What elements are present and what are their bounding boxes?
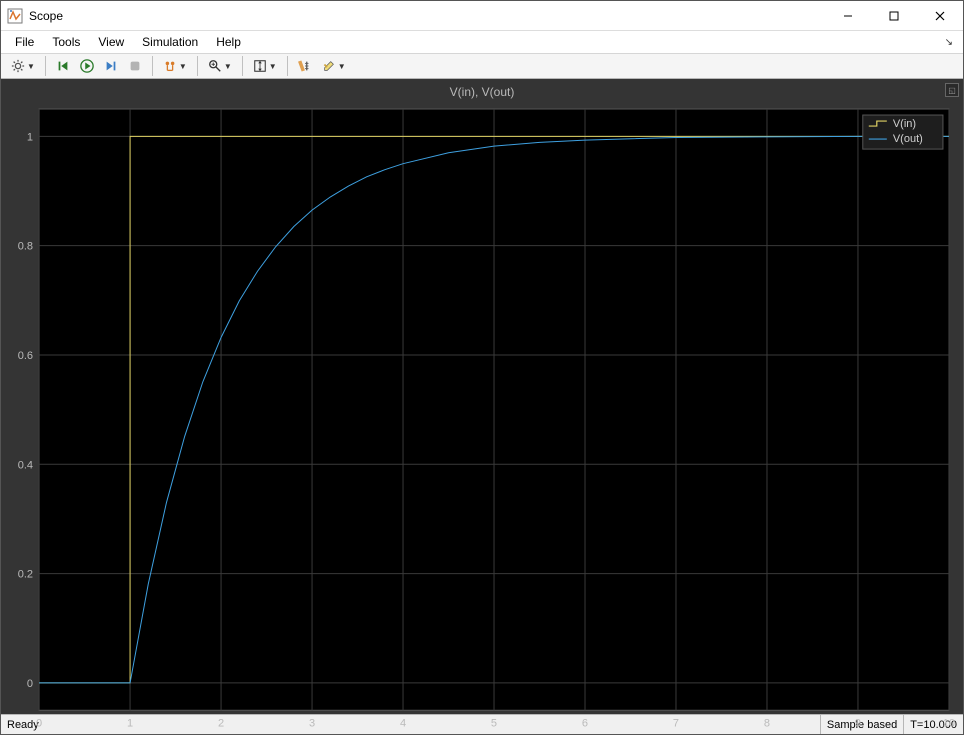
window-title: Scope	[29, 9, 63, 23]
title-bar: Scope	[1, 1, 963, 31]
svg-text:5: 5	[491, 717, 497, 729]
plot-area: V(in), V(out) ◱ 01234567891000.20.40.60.…	[1, 79, 963, 714]
svg-text:3: 3	[309, 717, 315, 729]
svg-text:2: 2	[218, 717, 224, 729]
svg-text:V(in): V(in)	[893, 118, 916, 130]
chevron-down-icon: ▼	[338, 62, 346, 71]
run-button[interactable]	[76, 55, 98, 77]
maximize-button[interactable]	[871, 1, 917, 31]
plot-expand-button[interactable]: ◱	[945, 83, 959, 97]
ruler-icon	[298, 59, 312, 73]
svg-text:0.6: 0.6	[18, 350, 33, 362]
menu-file[interactable]: File	[7, 33, 42, 51]
svg-text:0.4: 0.4	[18, 459, 33, 471]
chart-canvas[interactable]: 0 1 2 3 4 5 6 7 8 9 10 0 0.2 0.4 0.6 0.8 1 V(in) V(out)	[1, 101, 963, 735]
svg-text:0.2: 0.2	[18, 569, 33, 581]
highlight-button[interactable]: ▼	[318, 55, 350, 77]
stop-icon	[128, 59, 142, 73]
svg-text:V(out): V(out)	[893, 133, 923, 145]
window-controls	[825, 1, 963, 31]
menu-tools[interactable]: Tools	[44, 33, 88, 51]
menu-help[interactable]: Help	[208, 33, 249, 51]
menu-view[interactable]: View	[90, 33, 132, 51]
triggers-icon	[163, 59, 177, 73]
close-button[interactable]	[917, 1, 963, 31]
play-icon	[80, 59, 94, 73]
measurements-button[interactable]	[294, 55, 316, 77]
menu-bar: File Tools View Simulation Help ↘	[1, 31, 963, 53]
svg-text:0: 0	[36, 717, 42, 729]
configure-button[interactable]: ▼	[7, 55, 39, 77]
svg-text:1: 1	[127, 717, 133, 729]
chevron-down-icon: ▼	[224, 62, 232, 71]
autoscale-button[interactable]: ▼	[249, 55, 281, 77]
plot-title: V(in), V(out)	[1, 85, 963, 99]
zoom-button[interactable]: ▼	[204, 55, 236, 77]
scope-window: Scope File Tools View Simulation Help ↘ …	[0, 0, 964, 735]
svg-text:0.8: 0.8	[18, 241, 33, 253]
chevron-down-icon: ▼	[179, 62, 187, 71]
autoscale-icon	[253, 59, 267, 73]
menu-simulation[interactable]: Simulation	[134, 33, 206, 51]
svg-text:6: 6	[582, 717, 588, 729]
triggers-button[interactable]: ▼	[159, 55, 191, 77]
menubar-overflow-icon[interactable]: ↘	[945, 37, 957, 48]
chevron-down-icon: ▼	[269, 62, 277, 71]
minimize-button[interactable]	[825, 1, 871, 31]
toolbar: ▼ ▼ ▼ ▼	[1, 53, 963, 79]
svg-text:10: 10	[943, 717, 955, 729]
chevron-down-icon: ▼	[27, 62, 35, 71]
titlebar-left: Scope	[7, 8, 63, 24]
highlight-icon	[322, 59, 336, 73]
step-back-button[interactable]	[52, 55, 74, 77]
svg-text:0: 0	[27, 678, 33, 690]
gear-icon	[11, 59, 25, 73]
svg-text:4: 4	[400, 717, 406, 729]
step-forward-button[interactable]	[100, 55, 122, 77]
svg-text:9: 9	[855, 717, 861, 729]
step-forward-icon	[104, 59, 118, 73]
stop-button[interactable]	[124, 55, 146, 77]
step-back-icon	[56, 59, 70, 73]
app-icon	[7, 8, 23, 24]
zoom-icon	[208, 59, 222, 73]
svg-text:1: 1	[27, 131, 33, 143]
svg-text:8: 8	[764, 717, 770, 729]
svg-text:7: 7	[673, 717, 679, 729]
